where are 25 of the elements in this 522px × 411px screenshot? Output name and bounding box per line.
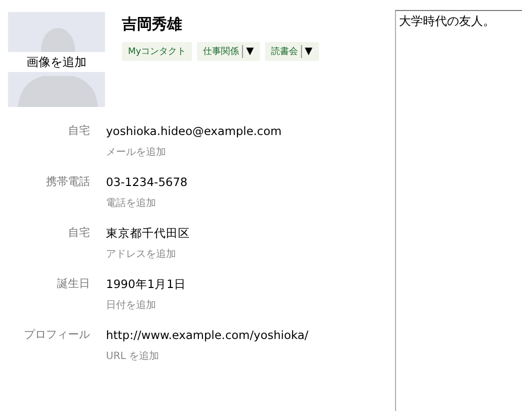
- group-tag[interactable]: 仕事関係 ▼: [197, 42, 260, 61]
- field-label: 誕生日: [56, 276, 91, 292]
- notes-field[interactable]: 大学時代の友人。: [395, 10, 522, 411]
- field-label: 自宅: [67, 123, 91, 139]
- caret-icon[interactable]: ▼: [246, 46, 254, 57]
- field-label: 携帯電話: [45, 174, 91, 190]
- group-label[interactable]: 読書会: [270, 45, 298, 58]
- group-label[interactable]: 仕事関係: [203, 45, 240, 58]
- add-link[interactable]: 電話を追加: [106, 196, 188, 210]
- add-link[interactable]: URL を追加: [106, 349, 308, 363]
- group-tag[interactable]: Myコンタクト: [122, 42, 192, 61]
- add-image-button[interactable]: 画像を追加: [8, 52, 105, 72]
- add-link[interactable]: アドレスを追加: [106, 247, 190, 261]
- field-value: http://www.example.com/yoshioka/: [106, 327, 308, 344]
- field-label: 自宅: [67, 225, 91, 241]
- caret-icon[interactable]: ▼: [304, 46, 312, 57]
- field-label: プロフィール: [23, 327, 91, 343]
- add-link[interactable]: 日付を追加: [106, 298, 186, 312]
- group-tag[interactable]: 読書会 ▼: [264, 42, 318, 61]
- field-value: 03-1234-5678: [106, 174, 188, 191]
- field-value: 1990年1月1日: [106, 276, 186, 293]
- field-value: yoshioka.hideo@example.com: [106, 123, 282, 140]
- contact-name: 吉岡秀雄: [122, 15, 183, 34]
- field-value: 東京都千代田区: [106, 225, 190, 242]
- add-link[interactable]: メールを追加: [106, 145, 282, 159]
